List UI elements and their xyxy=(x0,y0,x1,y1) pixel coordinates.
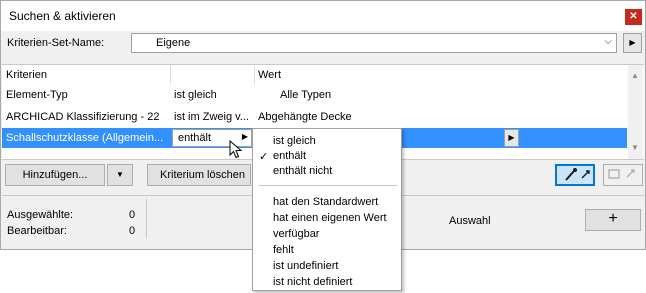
remove-criterion-label: Kriterium löschen xyxy=(160,169,245,181)
criterion-cell: Schallschutzklasse (Allgemein... xyxy=(6,132,164,144)
operator-cell[interactable]: ist im Zweig v... xyxy=(174,111,249,123)
menu-item-fehlt[interactable]: fehlt xyxy=(273,244,294,256)
plus-icon: + xyxy=(608,210,618,227)
value-menu-button[interactable]: ▶ xyxy=(504,129,519,147)
close-icon: ✕ xyxy=(629,11,638,22)
arrow-right-icon: ▶ xyxy=(629,38,636,47)
scroll-up-icon[interactable]: ▲ xyxy=(631,71,639,80)
editable-label: Bearbeitbar: xyxy=(7,225,67,237)
editable-count: 0 xyxy=(129,225,136,237)
criterion-cell: ARCHICAD Klassifizierung - 22 xyxy=(6,111,160,123)
criteria-set-value: Eigene xyxy=(156,37,191,49)
checkmark-icon: ✓ xyxy=(259,151,269,163)
header-value: Wert xyxy=(258,69,282,81)
add-button[interactable]: Hinzufügen... xyxy=(5,164,105,186)
criteria-set-label: Kriterien-Set-Name: xyxy=(7,37,105,49)
column-divider[interactable] xyxy=(170,66,171,84)
header-criteria: Kriterien xyxy=(6,69,47,81)
selected-label: Ausgewählte: xyxy=(7,209,74,221)
eyedropper-tool-button[interactable] xyxy=(555,164,595,186)
chevron-down-icon: ⌵ xyxy=(604,36,612,47)
menu-item-verfuegbar[interactable]: verfügbar xyxy=(273,228,319,240)
add-selection-button[interactable]: + xyxy=(585,209,641,231)
criteria-set-dropdown[interactable]: Eigene ⌵ xyxy=(131,33,617,53)
scroll-down-icon[interactable]: ▼ xyxy=(631,143,639,152)
menu-item-ist-gleich[interactable]: ist gleich xyxy=(273,135,316,147)
inject-icon xyxy=(608,169,635,179)
menu-item-eigener-wert[interactable]: hat einen eigenen Wert xyxy=(273,212,387,224)
table-scrollbar[interactable]: ▲ ▼ xyxy=(628,65,643,159)
criterion-cell: Element-Typ xyxy=(6,89,68,101)
menu-item-enthaelt[interactable]: enthält xyxy=(273,150,306,162)
close-button[interactable]: ✕ xyxy=(625,9,642,25)
selection-label: Auswahl xyxy=(449,215,491,227)
chevron-down-icon: ▼ xyxy=(116,170,124,179)
table-row[interactable]: Element-Typ ist gleich Alle Typen xyxy=(2,85,627,105)
mouse-cursor-icon xyxy=(229,140,243,159)
add-dropdown-button[interactable]: ▼ xyxy=(107,164,133,186)
window-title: Suchen & aktivieren xyxy=(9,9,116,23)
menu-item-nicht-definiert[interactable]: ist nicht definiert xyxy=(273,276,352,288)
menu-item-standardwert[interactable]: hat den Standardwert xyxy=(273,196,378,208)
arrow-right-icon: ▶ xyxy=(508,133,515,142)
divider xyxy=(146,199,147,239)
value-cell[interactable]: Alle Typen xyxy=(280,89,331,101)
operator-dropdown-menu: ist gleich ✓ enthält enthält nicht hat d… xyxy=(252,128,402,291)
menu-separator xyxy=(259,185,397,186)
table-row[interactable]: ARCHICAD Klassifizierung - 22 ist im Zwe… xyxy=(2,107,627,127)
menu-item-enthaelt-nicht[interactable]: enthält nicht xyxy=(273,165,332,177)
eyedropper-icon xyxy=(565,168,590,181)
menu-item-undefiniert[interactable]: ist undefiniert xyxy=(273,260,338,272)
inject-tool-button[interactable] xyxy=(603,164,643,186)
title-bar[interactable]: Suchen & aktivieren ✕ xyxy=(1,1,645,31)
remove-criterion-button[interactable]: Kriterium löschen xyxy=(147,164,251,186)
add-button-label: Hinzufügen... xyxy=(22,169,88,181)
criteria-set-menu-button[interactable]: ▶ xyxy=(623,33,642,53)
value-cell[interactable]: Abgehängte Decke xyxy=(258,111,352,123)
selected-count: 0 xyxy=(129,209,136,221)
operator-cell[interactable]: ist gleich xyxy=(174,89,217,101)
operator-value: enthält xyxy=(178,132,212,144)
column-divider[interactable] xyxy=(254,66,255,84)
